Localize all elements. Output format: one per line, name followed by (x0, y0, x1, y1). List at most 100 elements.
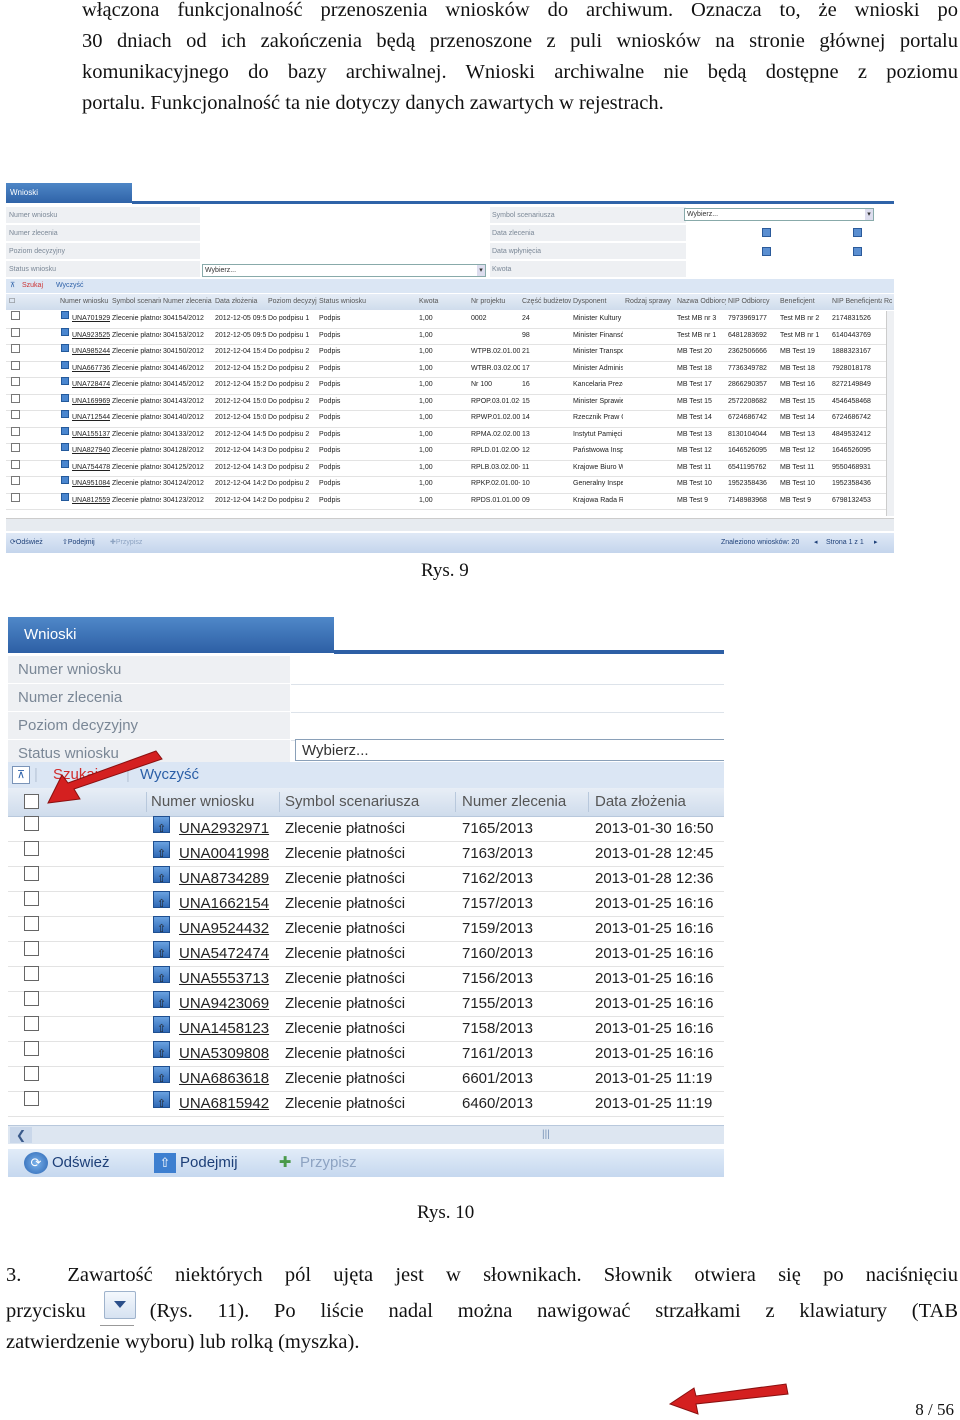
scenario-select[interactable]: Wybierz... (684, 208, 874, 221)
column-header[interactable]: Data złożenia (215, 294, 266, 310)
request-number-link[interactable]: UNA6815942 (179, 1091, 279, 1116)
row-open-icon[interactable]: ⇧ (153, 1066, 170, 1083)
table-row[interactable]: UNA9852443Zlecenie płatność304150/2012 20… (6, 344, 886, 362)
table-row[interactable]: ⇧ UNA9423069 Zlecenie płatności 7155/2013 20… (8, 991, 724, 1017)
table-row[interactable]: UNA9235256Zlecenie płatność304153/2012 20… (6, 327, 886, 345)
row-open-icon[interactable]: ⇧ (153, 1016, 170, 1033)
request-number-link[interactable]: UNA1699694 (72, 394, 110, 410)
request-number-link[interactable]: UNA6863618 (179, 1066, 279, 1091)
request-number-link[interactable]: UNA9852443 (72, 344, 110, 360)
request-number-link[interactable]: UNA9510845 (72, 476, 110, 492)
row-open-icon[interactable] (61, 426, 69, 435)
vertical-scrollbar[interactable] (886, 311, 894, 516)
table-row[interactable]: ⇧ UNA5472474 Zlecenie płatności 7160/2013 20… (8, 941, 724, 967)
row-open-icon[interactable] (61, 459, 69, 468)
collapse-icon[interactable]: ⊼ (12, 766, 30, 784)
calendar-icon[interactable] (762, 247, 771, 256)
tab-wnioski[interactable]: Wnioski (6, 183, 132, 203)
row-open-icon[interactable] (61, 377, 69, 385)
row-open-icon[interactable] (61, 492, 69, 501)
request-number-link[interactable]: UNA1458123 (179, 1016, 279, 1041)
table-row[interactable]: UNA6677368Zlecenie płatność304146/2012 20… (6, 360, 886, 378)
row-open-icon[interactable]: ⇧ (153, 916, 170, 933)
row-open-icon[interactable]: ⇧ (153, 941, 170, 958)
row-checkbox[interactable] (11, 344, 20, 353)
table-row[interactable]: ⇧ UNA8734289 Zlecenie płatności 7162/2013 20… (8, 866, 724, 892)
request-number-link[interactable]: UNA6677368 (72, 361, 110, 377)
horizontal-scrollbar[interactable]: ❮ ||| (8, 1125, 724, 1144)
row-open-icon[interactable] (61, 311, 69, 319)
request-number-link[interactable]: UNA7284741 (72, 377, 110, 393)
request-number-link[interactable]: UNA1551379 (72, 427, 110, 443)
row-open-icon[interactable]: ⇧ (153, 1041, 170, 1058)
pager-prev[interactable]: ◂ (814, 533, 818, 553)
row-open-icon[interactable]: ⇧ (153, 966, 170, 983)
row-checkbox[interactable] (11, 377, 20, 386)
column-header[interactable]: Nr projektu (471, 294, 520, 310)
table-row[interactable]: UNA7019296Zlecenie płatność304154/2012 20… (6, 311, 886, 329)
column-header[interactable]: Kwota (419, 294, 469, 310)
row-open-icon[interactable]: ⇧ (153, 816, 170, 833)
row-checkbox[interactable] (11, 360, 20, 370)
row-open-icon[interactable]: ⇧ (153, 1091, 170, 1108)
table-row[interactable]: ⇧ UNA9524432 Zlecenie płatności 7159/2013 20… (8, 916, 724, 942)
horizontal-scrollbar[interactable] (6, 518, 894, 531)
column-header[interactable]: Dysponent (573, 294, 623, 310)
scroll-grip[interactable]: ||| (542, 1129, 550, 1140)
column-header[interactable]: Numer zlecenia (163, 294, 213, 310)
table-row[interactable]: ⇧ UNA2932971 Zlecenie płatności 7165/2013 20… (8, 816, 724, 842)
row-checkbox[interactable] (11, 443, 20, 452)
column-header[interactable]: Część budżetow (522, 294, 571, 310)
row-open-icon[interactable] (61, 476, 69, 484)
row-open-icon[interactable] (61, 393, 69, 402)
request-number-link[interactable]: UNA1662154 (179, 891, 279, 916)
request-number-link[interactable]: UNA7125449 (72, 410, 110, 426)
table-row[interactable]: ⇧ UNA1662154 Zlecenie płatności 7157/2013 20… (8, 891, 724, 917)
table-row[interactable]: UNA1551379Zlecenie płatność304133/2012 20… (6, 426, 886, 444)
row-checkbox[interactable] (24, 816, 39, 831)
column-header-numer-zlecenia[interactable]: Numer zlecenia (462, 788, 566, 816)
column-header[interactable]: NIP Odbiorcy (728, 294, 778, 310)
row-checkbox[interactable] (24, 916, 39, 931)
table-row[interactable]: UNA1699694Zlecenie płatność304143/2012 20… (6, 393, 886, 411)
calendar-icon[interactable] (853, 228, 862, 237)
column-header[interactable]: Poziom decyzyjn (268, 294, 317, 310)
refresh-button[interactable]: ⟳ Odśwież (10, 533, 43, 553)
request-number-link[interactable]: UNA9423069 (179, 991, 279, 1016)
select-all-checkbox[interactable] (24, 794, 39, 809)
row-checkbox[interactable] (11, 426, 20, 436)
table-row[interactable]: ⇧ UNA5553713 Zlecenie płatności 7156/2013 20… (8, 966, 724, 992)
table-row[interactable]: ⇧ UNA6863618 Zlecenie płatności 6601/2013 20… (8, 1066, 724, 1092)
row-checkbox[interactable] (24, 841, 39, 856)
column-header-numer-wniosku[interactable]: Numer wniosku (151, 788, 254, 816)
row-checkbox[interactable] (24, 941, 39, 956)
calendar-icon[interactable] (762, 228, 771, 237)
row-checkbox[interactable] (11, 476, 20, 485)
row-checkbox[interactable] (11, 410, 20, 419)
row-open-icon[interactable] (61, 327, 69, 336)
request-number-link[interactable]: UNA9524432 (179, 916, 279, 941)
take-button[interactable]: ⇧ Podejmij (62, 533, 95, 553)
row-open-icon[interactable] (61, 443, 69, 451)
table-row[interactable]: UNA7284741Zlecenie płatność304145/2012 20… (6, 377, 886, 395)
column-header[interactable]: Rod (884, 294, 892, 310)
row-checkbox[interactable] (24, 1091, 39, 1106)
request-number-link[interactable]: UNA5309808 (179, 1041, 279, 1066)
request-number-link[interactable]: UNA8279403 (72, 443, 110, 459)
column-header[interactable]: NIP Beneficjenta (832, 294, 882, 310)
table-row[interactable]: UNA7125449Zlecenie płatność304140/2012 20… (6, 410, 886, 428)
row-checkbox[interactable] (24, 866, 39, 881)
row-checkbox[interactable] (24, 1041, 39, 1056)
row-checkbox[interactable] (24, 991, 39, 1006)
table-row[interactable]: ⇧ UNA1458123 Zlecenie płatności 7158/2013 20… (8, 1016, 724, 1042)
row-checkbox[interactable] (24, 1016, 39, 1031)
select-all-checkbox[interactable]: ☐ (9, 294, 15, 310)
search-link[interactable]: Szukaj (22, 279, 43, 293)
row-checkbox[interactable] (24, 966, 39, 981)
request-number-link[interactable]: UNA5553713 (179, 966, 279, 991)
request-number-link[interactable]: UNA7544788 (72, 460, 110, 476)
row-open-icon[interactable] (61, 344, 69, 352)
row-checkbox[interactable] (11, 492, 20, 502)
scroll-left-button[interactable]: ❮ (10, 1127, 32, 1143)
request-number-link[interactable]: UNA0041998 (179, 841, 279, 866)
